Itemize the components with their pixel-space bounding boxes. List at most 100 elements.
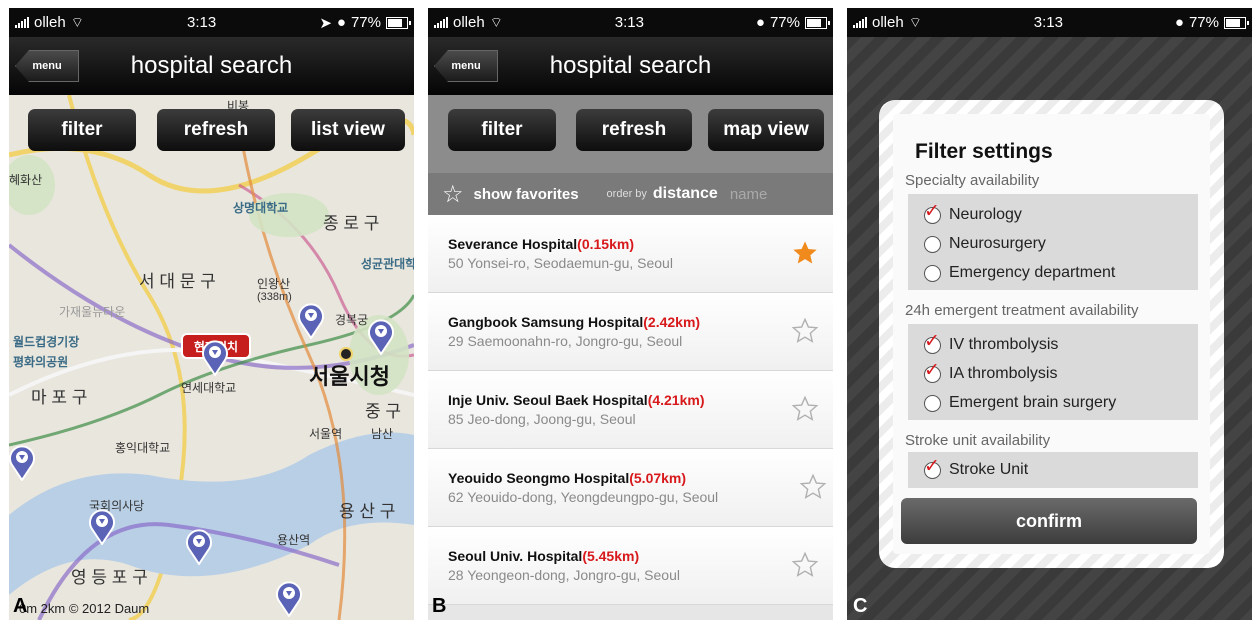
screen-list: olleh ⌔ 3:13 ● 77% menu hospital search … (428, 8, 833, 620)
filter-option-ia-thrombolysis[interactable]: ✓ IA thrombolysis (924, 359, 1057, 383)
confirm-button[interactable]: confirm (901, 498, 1197, 544)
filter-option-neurosurgery[interactable]: Neurosurgery (924, 235, 1046, 253)
battery-icon (804, 16, 830, 29)
hospital-distance: (4.21km) (647, 392, 705, 408)
menu-button[interactable]: menu (434, 50, 498, 82)
hospital-pin-icon[interactable] (366, 317, 396, 355)
map-label: 용 산 구 (339, 502, 396, 521)
hospital-address: 29 Saemoonahn-ro, Jongro-gu, Seoul (448, 333, 683, 349)
hospital-name-line: Yeouido Seongmo Hospital(5.07km) (448, 470, 686, 486)
star-outline-icon[interactable]: ☆ (442, 180, 464, 209)
checkbox-empty-icon (924, 264, 941, 282)
filter-button[interactable]: filter (448, 109, 556, 151)
option-group: ✓ Neurology Neurosurgery Emergency depart… (908, 194, 1198, 290)
nav-bar: menu hospital search (428, 37, 833, 95)
refresh-button[interactable]: refresh (576, 109, 692, 151)
section-label: 24h emergent treatment availability (905, 302, 1139, 319)
map-view-button[interactable]: map view (708, 109, 824, 151)
clock: 3:13 (1033, 14, 1063, 31)
favorite-star-outline-icon[interactable] (791, 551, 819, 579)
clock: 3:13 (187, 14, 217, 31)
refresh-button[interactable]: refresh (157, 109, 275, 151)
map-label: 홍익대학교 (115, 441, 171, 455)
filter-option-neurology[interactable]: ✓ Neurology (924, 202, 1022, 224)
clock: 3:13 (614, 14, 644, 31)
hospital-name: Severance Hospital (448, 236, 578, 252)
map-label: 마 포 구 (31, 388, 88, 407)
hospital-distance: (2.42km) (643, 314, 701, 330)
show-favorites-toggle[interactable]: show favorites (474, 186, 579, 203)
map-view[interactable]: 비봉 상명대학교 종 로 구 서 대 문 구 인왕산 (338m) 성균관대학 … (9, 95, 414, 620)
map-label: 평화의공원 (13, 355, 69, 369)
hospital-address: 85 Jeo-dong, Joong-gu, Seoul (448, 411, 636, 427)
sort-name-option[interactable]: name (730, 186, 768, 203)
hospital-pin-icon[interactable] (274, 579, 304, 617)
screen-map: olleh ⌔ 3:13 ➤ ● 77% menu hospital searc… (9, 8, 414, 620)
map-label: 연세대학교 (181, 381, 237, 395)
favorites-bar: ☆ show favorites order by distance name (428, 173, 833, 215)
favorite-star-filled-icon[interactable] (791, 239, 819, 267)
hospital-name-line: Seoul Univ. Hospital(5.45km) (448, 548, 639, 564)
checkbox-checked-icon: ✓ (924, 330, 941, 354)
carrier-label: olleh (872, 14, 904, 31)
signal-icon (434, 17, 448, 28)
menu-button[interactable]: menu (15, 50, 79, 82)
favorite-star-outline-icon[interactable] (791, 317, 819, 345)
dialog-title: Filter settings (915, 140, 1053, 163)
hospital-pin-icon[interactable] (200, 338, 230, 376)
map-label: 가재울뉴타운 (59, 305, 126, 319)
hospital-row[interactable]: Gangbook Samsung Hospital(2.42km) 29 Sae… (428, 293, 833, 371)
order-by-label: order by (606, 188, 647, 200)
filter-button[interactable]: filter (28, 109, 136, 151)
option-label: Emergency department (949, 264, 1116, 281)
hospital-name: Seoul Univ. Hospital (448, 548, 583, 564)
filter-option-brain-surgery[interactable]: Emergent brain surgery (924, 394, 1116, 412)
filter-option-iv-thrombolysis[interactable]: ✓ IV thrombolysis (924, 330, 1058, 354)
panel-label: C (853, 595, 868, 617)
hospital-row[interactable]: Inje Univ. Seoul Baek Hospital(4.21km) 8… (428, 371, 833, 449)
map-label: 인왕산 (257, 277, 291, 291)
hospital-pin-icon[interactable] (296, 301, 326, 339)
panel-label: B (432, 595, 447, 617)
map-label: 남산 (371, 427, 394, 441)
option-label: Neurology (949, 206, 1022, 223)
battery-icon (386, 16, 411, 29)
map-label: 중 구 (365, 402, 402, 421)
map-label: 혜화산 (9, 173, 43, 187)
hospital-list: Severance Hospital(0.15km) 50 Yonsei-ro,… (428, 215, 833, 620)
hospital-pin-icon[interactable] (9, 443, 37, 481)
section-label: Stroke unit availability (905, 432, 1051, 449)
map-label: 서 대 문 구 (139, 272, 216, 291)
nav-bar: menu hospital search (9, 37, 414, 95)
favorite-star-outline-icon[interactable] (799, 473, 827, 501)
wifi-icon: ⌔ (70, 13, 84, 30)
list-view-button[interactable]: list view (291, 109, 405, 151)
hospital-pin-icon[interactable] (184, 527, 214, 565)
hospital-row[interactable]: Seoul Univ. Hospital(5.45km) 28 Yeongeon… (428, 527, 833, 605)
checkbox-empty-icon (924, 235, 941, 253)
screen-filter: olleh ⌔ 3:13 ● 77% Filter settings Speci… (847, 8, 1252, 620)
filter-option-stroke-unit[interactable]: ✓ Stroke Unit (924, 457, 1029, 479)
map-label: 경복궁 (335, 313, 369, 327)
hospital-pin-icon[interactable] (87, 507, 117, 545)
hospital-distance: (5.45km) (582, 548, 640, 564)
alarm-icon: ● (1174, 14, 1184, 31)
hospital-row[interactable]: Severance Hospital(0.15km) 50 Yonsei-ro,… (428, 215, 833, 293)
hospital-address: 50 Yonsei-ro, Seodaemun-gu, Seoul (448, 255, 673, 271)
hospital-distance: (5.07km) (629, 470, 687, 486)
filter-option-emergency[interactable]: Emergency department (924, 264, 1115, 282)
status-bar: olleh ⌔ 3:13 ➤ ● 77% (9, 8, 414, 37)
option-group: ✓ Stroke Unit (908, 452, 1198, 488)
hospital-row[interactable]: Yeouido Seongmo Hospital(5.07km) 62 Yeou… (428, 449, 833, 527)
filter-dialog: Filter settings Specialty availability ✓… (879, 100, 1224, 568)
toolbar: filter refresh map view (428, 95, 833, 173)
option-label: Neurosurgery (949, 235, 1046, 252)
hospital-name: Gangbook Samsung Hospital (448, 314, 644, 330)
sort-distance-option[interactable]: distance (653, 185, 718, 203)
option-label: Emergent brain surgery (949, 394, 1117, 411)
signal-icon (853, 17, 867, 28)
checkbox-checked-icon: ✓ (924, 359, 941, 383)
map-label: 성균관대학 (361, 257, 414, 271)
option-label: Stroke Unit (949, 461, 1029, 478)
favorite-star-outline-icon[interactable] (791, 395, 819, 423)
